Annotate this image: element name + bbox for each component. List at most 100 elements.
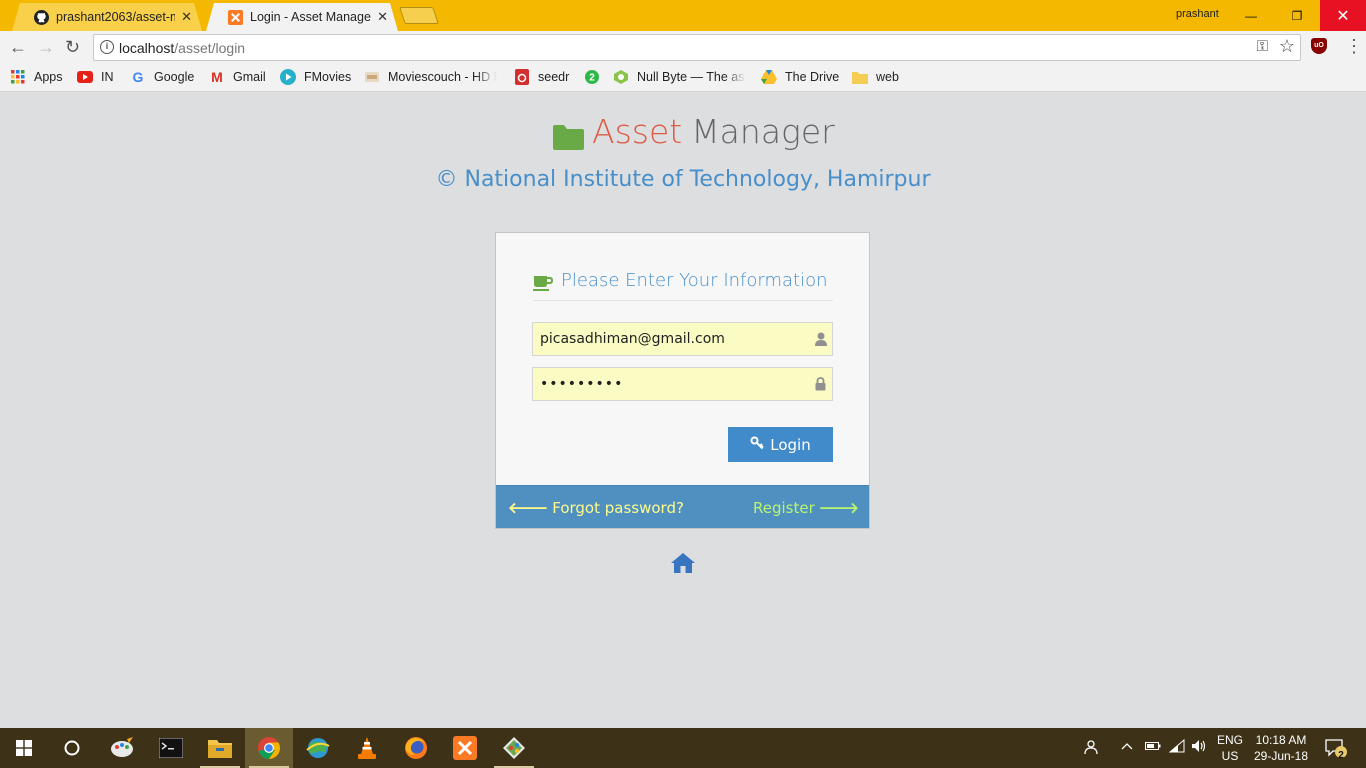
git-icon[interactable] (490, 728, 538, 768)
people-icon[interactable] (1084, 739, 1100, 758)
forgot-label: Forgot password? (552, 498, 684, 517)
browser-toolbar: ← → ↻ i localhost/asset/login ⚿ ☆ (0, 31, 1366, 63)
firefox-icon[interactable] (392, 728, 440, 768)
seedr-icon (514, 69, 530, 85)
url-text[interactable]: localhost/asset/login (119, 40, 245, 56)
input-language[interactable]: ENG US (1213, 732, 1247, 764)
address-bar[interactable]: i localhost/asset/login ⚿ ☆ (93, 34, 1301, 61)
cortana-icon[interactable] (48, 728, 96, 768)
ublock-icon[interactable]: uO (1311, 38, 1327, 54)
lock-icon (815, 377, 827, 391)
start-icon[interactable] (0, 728, 48, 768)
green-2-icon: 2 (584, 69, 600, 85)
apps-grid-icon (10, 69, 26, 85)
chevron-up-icon[interactable] (1121, 739, 1133, 756)
register-label: Register (753, 498, 815, 517)
bookmark-seedr[interactable]: seedr (514, 69, 569, 85)
menu-dots-icon[interactable]: ⋮ (1345, 37, 1363, 55)
chrome-icon[interactable] (245, 728, 293, 768)
arrow-right-icon: 🡒 (818, 499, 859, 517)
form-heading: Please Enter Your Information (561, 270, 828, 291)
bookmark-moviescouch[interactable]: Moviescouch - HD M (364, 69, 497, 85)
email-value: picasadhiman@gmail.com (540, 331, 725, 347)
file-explorer-icon[interactable] (196, 728, 244, 768)
info-icon[interactable]: i (100, 40, 114, 54)
bookmark-label: Google (154, 70, 195, 84)
email-field[interactable]: picasadhiman@gmail.com (532, 322, 833, 356)
coffee-icon (533, 274, 554, 292)
close-icon[interactable]: ✕ (377, 9, 388, 25)
key-icon (750, 436, 764, 454)
login-box-footer: 🡐 Forgot password? Register 🡒 (496, 485, 869, 528)
user-icon (815, 332, 827, 346)
bookmark-label: Gmail (233, 70, 266, 84)
bookmark-in[interactable]: IN (77, 69, 114, 85)
bookmark-apps[interactable]: Apps (10, 69, 63, 85)
url-host: localhost (119, 40, 175, 56)
bookmark-gmail[interactable]: M Gmail (209, 69, 266, 85)
play-icon (280, 69, 296, 85)
bookmark-web[interactable]: web (852, 69, 899, 85)
minimize-button[interactable]: — (1228, 0, 1274, 31)
password-value: ••••••••• (540, 376, 624, 392)
bookmark-the-drive[interactable]: The Drive (761, 69, 839, 85)
clock-date: 29-Jun-18 (1253, 749, 1309, 763)
bookmark-green-2[interactable]: 2 (584, 69, 608, 85)
wifi-icon[interactable] (1168, 738, 1185, 756)
tab-github[interactable]: prashant2063/asset-manager ✕ (12, 3, 202, 31)
login-box: Please Enter Your Information picasadhim… (495, 232, 870, 529)
login-label: Login (770, 435, 811, 454)
reload-icon[interactable]: ↻ (65, 37, 80, 58)
bookmark-fmovies[interactable]: FMovies (280, 69, 351, 85)
bookmark-label: Apps (34, 70, 63, 84)
github-icon (34, 9, 49, 25)
password-field[interactable]: ••••••••• (532, 367, 833, 401)
xampp-icon (228, 9, 243, 25)
key-icon[interactable]: ⚿ (1257, 38, 1268, 55)
bookmark-label: Null Byte — The asp (637, 70, 746, 84)
google-icon: G (132, 69, 144, 85)
volume-icon[interactable] (1191, 739, 1209, 756)
bookmark-nullbyte[interactable]: Null Byte — The asp (613, 69, 746, 85)
drive-icon (761, 69, 777, 85)
youtube-icon (77, 69, 93, 85)
bookmark-label: web (876, 70, 899, 84)
home-icon[interactable] (671, 553, 695, 573)
title-bar: prashant2063/asset-manager ✕ Login - Ass… (0, 0, 1366, 31)
paint-icon[interactable] (98, 728, 146, 768)
tab-title: Login - Asset Manager (250, 10, 372, 24)
language-code: ENG (1216, 733, 1243, 747)
bookmark-label: FMovies (304, 70, 352, 84)
bookmark-label: The Drive (785, 70, 840, 84)
maximize-button[interactable]: ❐ (1274, 0, 1320, 31)
login-button[interactable]: Login (728, 427, 833, 462)
tab-login[interactable]: Login - Asset Manager ✕ (206, 3, 398, 31)
close-icon[interactable]: ✕ (181, 9, 192, 25)
close-window-button[interactable]: ✕ (1320, 0, 1366, 31)
clock[interactable]: 10:18 AM 29-Jun-18 (1250, 732, 1312, 764)
notification-count: 2 (1338, 750, 1344, 761)
url-path: /asset/login (174, 40, 246, 56)
arrow-left-icon: 🡐 (508, 499, 549, 517)
region-code: US (1221, 749, 1239, 763)
register-link[interactable]: Register 🡒 (753, 498, 859, 518)
bookmark-label: IN (101, 70, 114, 84)
network-globe-icon[interactable] (294, 728, 342, 768)
terminal-icon[interactable] (147, 728, 195, 768)
bookmark-google[interactable]: G Google (130, 69, 195, 85)
vlc-icon[interactable] (343, 728, 391, 768)
folder-icon (852, 69, 868, 85)
xampp-icon[interactable] (441, 728, 489, 768)
battery-icon[interactable] (1145, 739, 1161, 756)
bookmark-label: seedr (538, 70, 570, 84)
app-brand: Asset Manager (553, 112, 835, 151)
forward-arrow-icon[interactable]: → (37, 37, 55, 58)
forgot-password-link[interactable]: 🡐 Forgot password? (508, 498, 684, 518)
svg-text:2: 2 (589, 73, 595, 84)
back-arrow-icon[interactable]: ← (9, 37, 27, 58)
star-icon[interactable]: ☆ (1279, 36, 1295, 57)
folder-icon (553, 119, 584, 150)
profile-name[interactable]: prashant (1176, 8, 1219, 20)
moviescouch-icon (364, 69, 380, 85)
new-tab-button[interactable] (399, 7, 439, 24)
